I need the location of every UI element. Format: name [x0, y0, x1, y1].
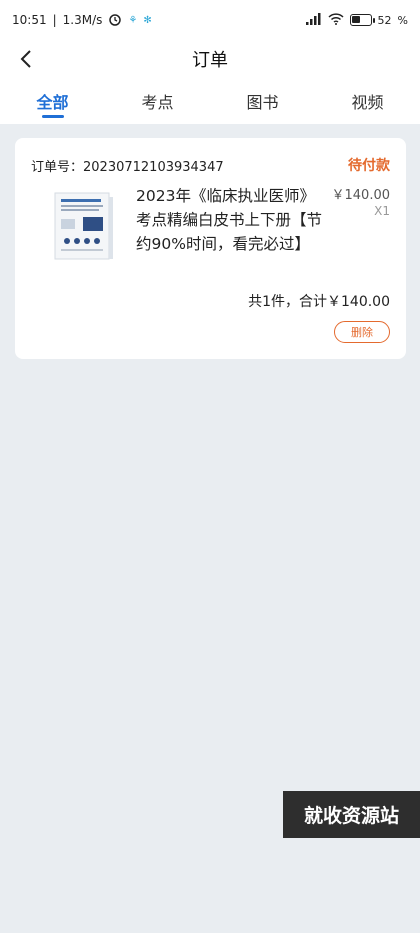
tab-videos[interactable]: 视频	[315, 78, 420, 124]
battery-percent-sign: %	[397, 13, 408, 27]
status-speed: 1.3M/s	[62, 13, 103, 27]
product-price: ￥140.00	[331, 188, 391, 203]
page-title: 订单	[192, 50, 228, 71]
nav-bar: 订单	[0, 40, 420, 78]
alarm-icon	[108, 12, 122, 29]
chevron-left-icon	[20, 50, 31, 68]
delete-button[interactable]: 删除	[334, 321, 390, 343]
tab-key-points[interactable]: 考点	[105, 78, 210, 124]
status-time: 10:51	[12, 13, 47, 27]
battery-icon	[349, 14, 375, 26]
order-number-value: 20230712103934347	[83, 160, 224, 175]
order-number: 订单号：20230712103934347	[31, 156, 224, 175]
status-divider: |	[52, 13, 57, 27]
status-bar: 10:51 | 1.3M/s ⚘ ✻ 52%	[0, 0, 420, 40]
product-quantity: X1	[374, 204, 390, 218]
order-total: 共1件，合计￥140.00	[248, 294, 390, 310]
app-notification-icon: ⚘	[128, 14, 138, 26]
tab-bar: 全部 考点 图书 视频	[0, 78, 420, 124]
tab-books[interactable]: 图书	[210, 78, 315, 124]
watermark: 就收资源站	[283, 791, 420, 838]
tab-all[interactable]: 全部	[0, 78, 105, 124]
back-button[interactable]	[12, 45, 40, 73]
book-cover-image	[54, 192, 113, 260]
order-number-label: 订单号：	[31, 160, 84, 175]
order-status: 待付款	[348, 158, 390, 174]
product-title[interactable]: 2023年《临床执业医师》考点精编白皮书上下册【节约90%时间，看完必过】	[136, 184, 328, 256]
wifi-icon	[328, 12, 344, 28]
order-card[interactable]: 订单号：20230712103934347 待付款 2023年《临床执业医师》考…	[15, 138, 406, 359]
signal-icon	[305, 12, 322, 28]
battery-percent: 52	[377, 13, 392, 27]
settings-notification-icon: ✻	[143, 14, 152, 26]
